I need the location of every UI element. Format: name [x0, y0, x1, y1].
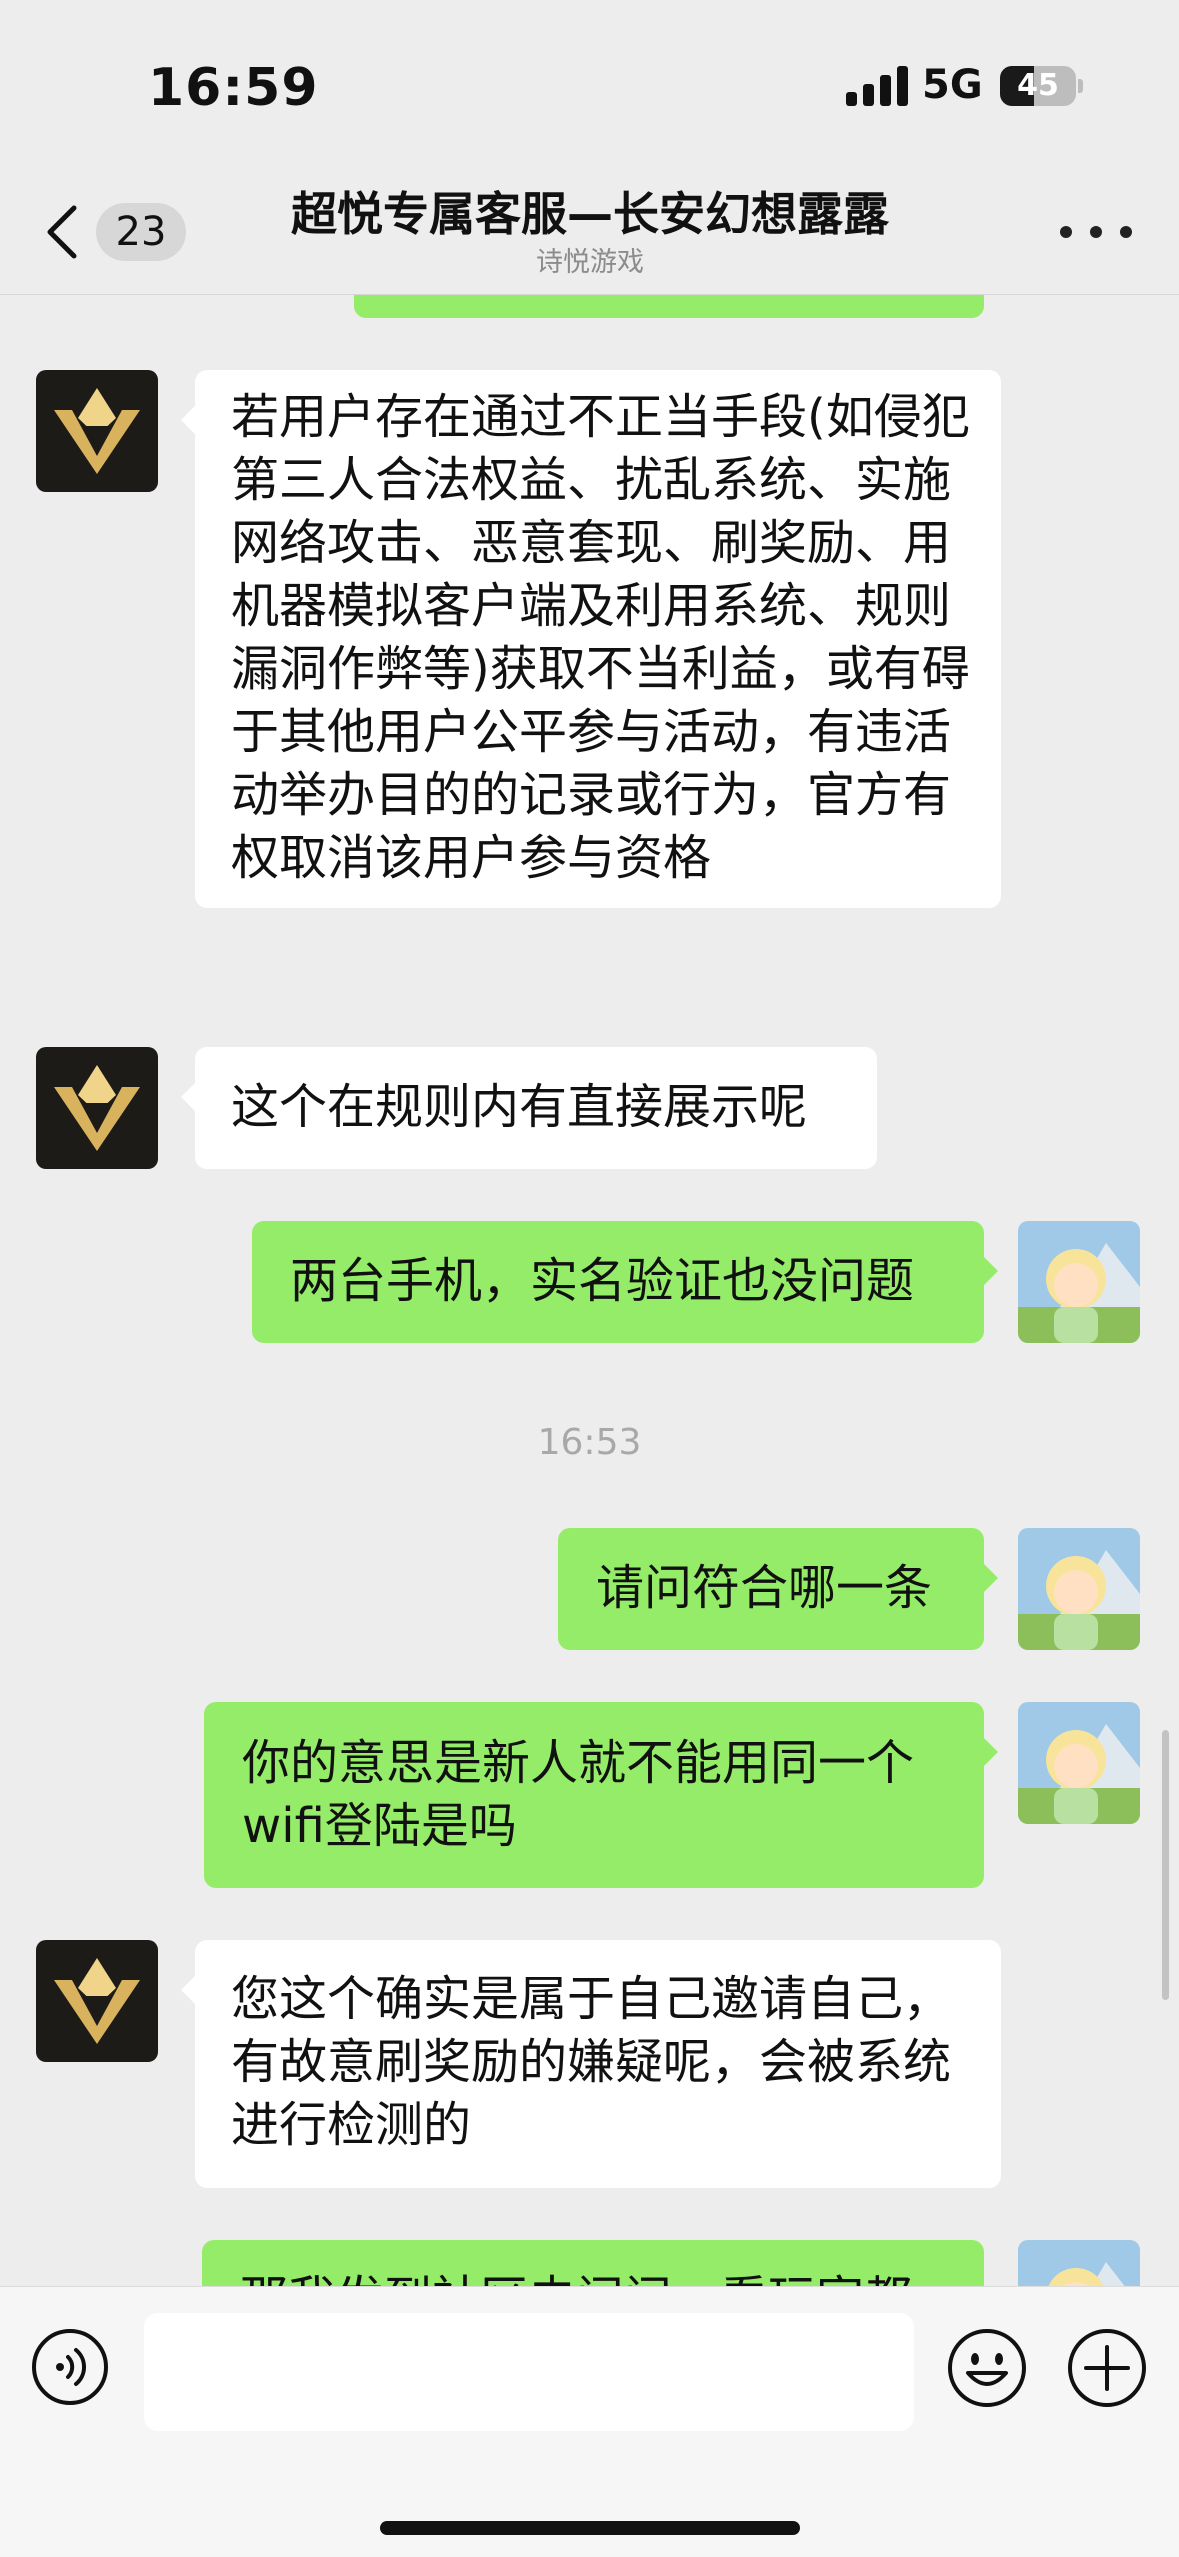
- chat-subtitle: 诗悦游戏: [536, 247, 644, 278]
- input-bar: [0, 2286, 1179, 2557]
- user-avatar-image: [1018, 1221, 1140, 1343]
- emoji-icon: [948, 2329, 1026, 2407]
- message-text: 这个在规则内有直接展示呢: [231, 1079, 808, 1135]
- agent-logo-icon[interactable]: [36, 1047, 158, 1169]
- agent-logo-icon[interactable]: [36, 1940, 158, 2062]
- message-text: 两台手机，实名验证也没问题: [290, 1253, 915, 1309]
- message-input[interactable]: [144, 2313, 914, 2431]
- voice-icon: [32, 2329, 108, 2405]
- user-avatar-icon[interactable]: [1018, 1528, 1140, 1650]
- user-avatar-image: [1018, 2240, 1140, 2286]
- user-avatar-icon[interactable]: [1018, 1221, 1140, 1343]
- emoji-button[interactable]: [946, 2327, 1028, 2409]
- agent-avatar-image: [36, 1940, 158, 2062]
- message-text: 你的意思是新人就不能用同一个wifi登陆是吗: [242, 1735, 915, 1854]
- message-list[interactable]: 若用户存在通过不正当手段(如侵犯第三人合法权益、扰乱系统、实施网络攻击、恶意套现…: [0, 170, 1179, 2286]
- chat-title: 超悦专属客服—长安幻想露露: [291, 187, 889, 241]
- message-bubble-out[interactable]: 两台手机，实名验证也没问题: [252, 1221, 998, 1343]
- home-indicator[interactable]: [380, 2521, 800, 2535]
- unread-count-badge: 23: [96, 203, 186, 261]
- status-time: 16:59: [148, 58, 319, 118]
- message-text: 您这个确实是属于自己邀请自己，有故意刷奖励的嫌疑呢，会被系统进行检测的: [231, 1971, 952, 2153]
- battery-level: 45: [1017, 68, 1059, 103]
- status-bar: 16:59 5G 45: [0, 0, 1179, 170]
- agent-avatar-image: [36, 370, 158, 492]
- scrollbar[interactable]: [1162, 1730, 1169, 2000]
- plus-icon: [1068, 2329, 1146, 2407]
- user-avatar-image: [1018, 1528, 1140, 1650]
- signal-icon: [846, 66, 908, 106]
- message-text: 请问符合哪一条: [596, 1560, 933, 1616]
- message-bubble-in[interactable]: 若用户存在通过不正当手段(如侵犯第三人合法权益、扰乱系统、实施网络攻击、恶意套现…: [181, 370, 1001, 908]
- message-bubble-in[interactable]: 这个在规则内有直接展示呢: [181, 1047, 877, 1169]
- back-icon: [47, 205, 77, 259]
- plus-button[interactable]: [1066, 2327, 1148, 2409]
- network-type: 5G: [922, 62, 983, 108]
- user-avatar-icon[interactable]: [1018, 1702, 1140, 1824]
- message-bubble-out[interactable]: 你的意思是新人就不能用同一个wifi登陆是吗: [204, 1702, 998, 1888]
- chat-header: 23 超悦专属客服—长安幻想露露 诗悦游戏: [0, 170, 1179, 295]
- message-bubble-out[interactable]: 请问符合哪一条: [558, 1528, 998, 1650]
- agent-logo-icon[interactable]: [36, 370, 158, 492]
- more-icon[interactable]: [1056, 204, 1136, 260]
- message-bubble-in[interactable]: 您这个确实是属于自己邀请自己，有故意刷奖励的嫌疑呢，会被系统进行检测的: [181, 1940, 1001, 2188]
- back-button[interactable]: 23: [40, 190, 190, 274]
- user-avatar-icon[interactable]: [1018, 2240, 1140, 2286]
- message-bubble-out[interactable]: 那我发到社区去问问，看玩家都: [202, 2240, 984, 2286]
- battery-tip: [1078, 79, 1083, 93]
- agent-avatar-image: [36, 1047, 158, 1169]
- battery-icon: 45: [1000, 66, 1076, 106]
- message-timestamp: 16:53: [537, 1422, 642, 1463]
- voice-button[interactable]: [30, 2327, 110, 2407]
- message-text: 那我发到社区去问问，看玩家都: [240, 2271, 912, 2286]
- message-text: 若用户存在通过不正当手段(如侵犯第三人合法权益、扰乱系统、实施网络攻击、恶意套现…: [231, 389, 970, 886]
- user-avatar-image: [1018, 1702, 1140, 1824]
